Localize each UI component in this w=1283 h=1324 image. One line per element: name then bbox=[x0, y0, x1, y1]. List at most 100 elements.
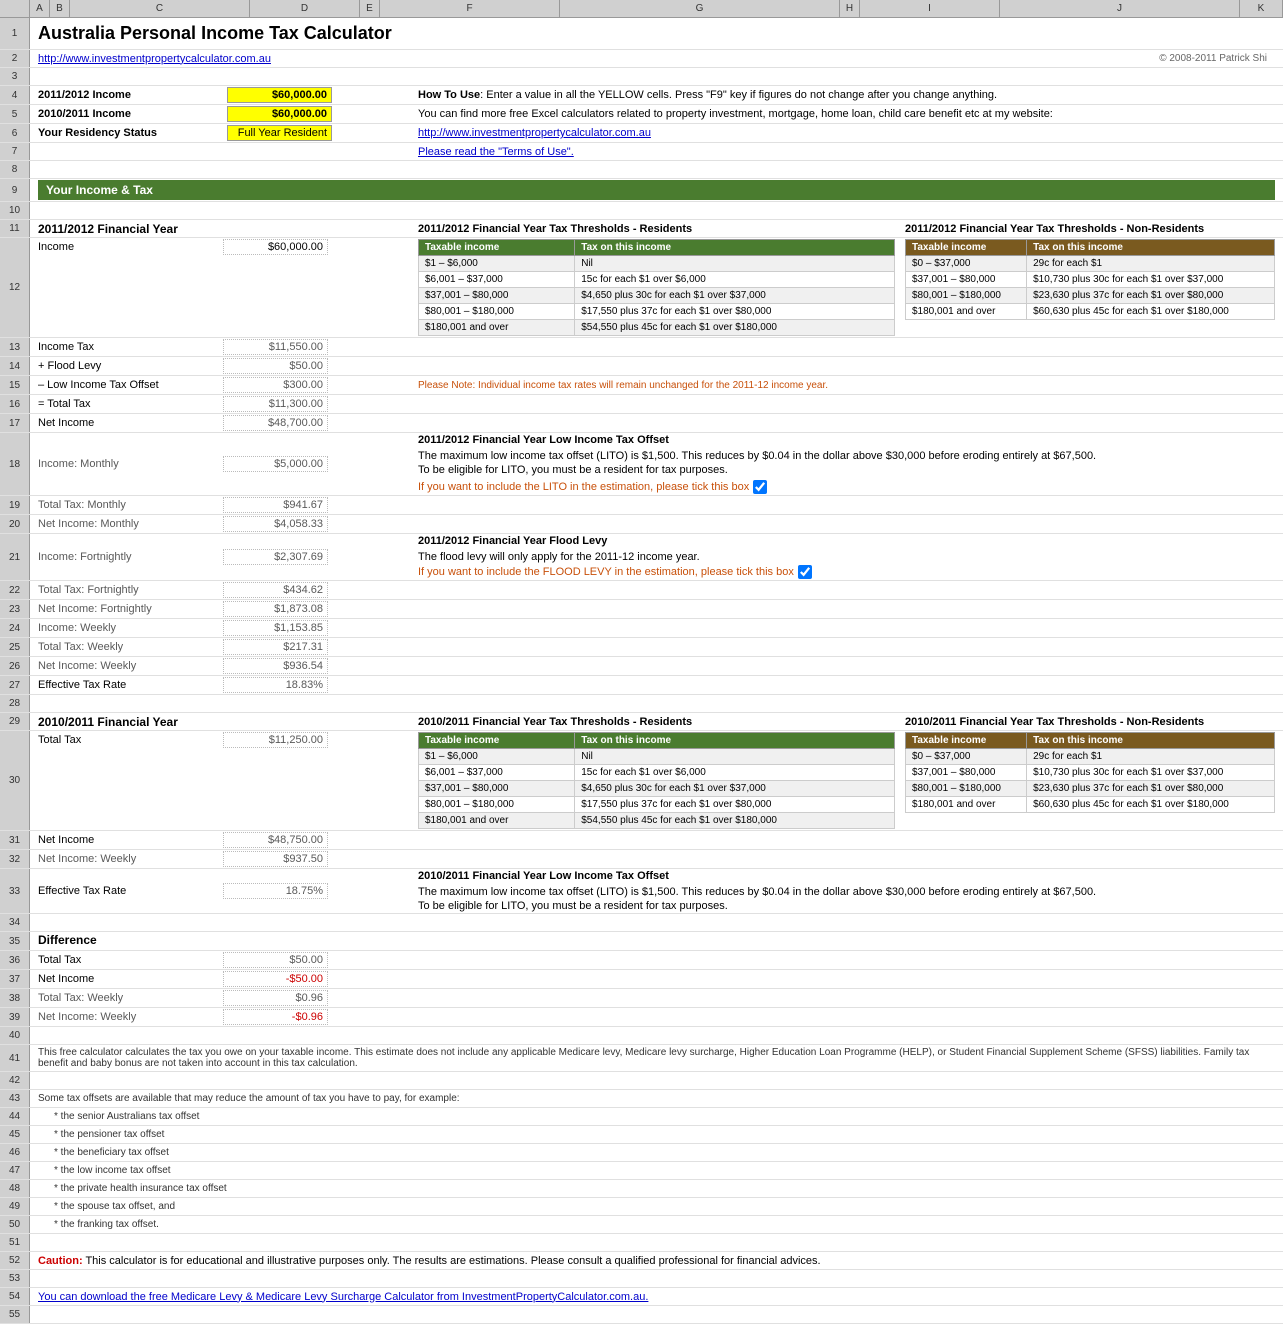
row-20: 20 Net Income: Monthly $4,058.33 bbox=[0, 515, 1283, 534]
lito-2010-text1: The maximum low income tax offset (LITO)… bbox=[418, 886, 1275, 898]
flood-levy-label: + Flood Levy bbox=[38, 360, 223, 372]
row-24: 24 Income: Weekly $1,153.85 bbox=[0, 619, 1283, 638]
terms-link[interactable]: Please read the "Terms of Use". bbox=[418, 146, 574, 158]
row-39: 39 Net Income: Weekly -$0.96 bbox=[0, 1008, 1283, 1027]
total-tax-weekly-label: Total Tax: Weekly bbox=[38, 641, 223, 653]
row-41: 41 This free calculator calculates the t… bbox=[0, 1045, 1283, 1072]
row-32: 32 Net Income: Weekly $937.50 bbox=[0, 850, 1283, 869]
cell: $60,630 plus 45c for each $1 over $180,0… bbox=[1027, 304, 1275, 320]
col-a: A bbox=[30, 0, 50, 17]
website-link2[interactable]: http://www.investmentpropertycalculator.… bbox=[418, 127, 651, 139]
threshold-2011-res-title: 2011/2012 Financial Year Tax Thresholds … bbox=[418, 223, 692, 235]
cell: 29c for each $1 bbox=[1027, 256, 1275, 272]
total-tax-monthly-label: Total Tax: Monthly bbox=[38, 499, 223, 511]
copyright-text: © 2008-2011 Patrick Shi bbox=[271, 53, 1275, 64]
col-e: E bbox=[360, 0, 380, 17]
row-45: 45 * the pensioner tax offset bbox=[0, 1126, 1283, 1144]
net-income-fortnightly-label: Net Income: Fortnightly bbox=[38, 603, 223, 615]
disclaimer2: Some tax offsets are available that may … bbox=[38, 1093, 460, 1104]
diff-total-tax-weekly-value: $0.96 bbox=[223, 990, 328, 1006]
cell: Nil bbox=[575, 256, 895, 272]
cell: $80,001 – $180,000 bbox=[906, 288, 1027, 304]
offset-1: * the senior Australians tax offset bbox=[54, 1111, 199, 1122]
offset-2: * the pensioner tax offset bbox=[54, 1129, 164, 1140]
flood-2011-title: 2011/2012 Financial Year Flood Levy bbox=[418, 535, 607, 547]
lito-2011-text2: To be eligible for LITO, you must be a r… bbox=[418, 464, 1275, 476]
diff-net-income-weekly-label: Net Income: Weekly bbox=[38, 1011, 223, 1023]
howto-bold: How To Use bbox=[418, 89, 480, 101]
diff-total-tax-value: $50.00 bbox=[223, 952, 328, 968]
row-18: 18 Income: Monthly $5,000.00 2011/2012 F… bbox=[0, 433, 1283, 496]
lito-2011-title: 2011/2012 Financial Year Low Income Tax … bbox=[418, 434, 669, 446]
residency-input[interactable]: Full Year Resident bbox=[227, 125, 332, 141]
income-tax-value: $11,550.00 bbox=[223, 339, 328, 355]
row-22: 22 Total Tax: Fortnightly $434.62 bbox=[0, 581, 1283, 600]
cell: $23,630 plus 37c for each $1 over $80,00… bbox=[1027, 288, 1275, 304]
cell: 15c for each $1 over $6,000 bbox=[575, 272, 895, 288]
income-tax-label: Income Tax bbox=[38, 341, 223, 353]
col-d: D bbox=[250, 0, 360, 17]
th-taxable-income-2: Taxable income bbox=[419, 733, 575, 749]
diff-total-tax-label: Total Tax bbox=[38, 954, 223, 966]
threshold-2011-res-table: Taxable income Tax on this income $1 – $… bbox=[418, 239, 895, 336]
row-37: 37 Net Income -$50.00 bbox=[0, 970, 1283, 989]
table-row: $180,001 and over $60,630 plus 45c for e… bbox=[906, 797, 1275, 813]
col-b: B bbox=[50, 0, 70, 17]
row-21: 21 Income: Fortnightly $2,307.69 2011/20… bbox=[0, 534, 1283, 581]
net-income-2010-label: Net Income bbox=[38, 834, 223, 846]
row-44: 44 * the senior Australians tax offset bbox=[0, 1108, 1283, 1126]
income-2011-input[interactable]: $60,000.00 bbox=[227, 87, 332, 103]
threshold-2010-res-title: 2010/2011 Financial Year Tax Thresholds … bbox=[418, 716, 692, 728]
table-row: $37,001 – $80,000 $4,650 plus 30c for ea… bbox=[419, 288, 895, 304]
lito-checkbox[interactable] bbox=[753, 480, 767, 494]
cell: $180,001 and over bbox=[906, 304, 1027, 320]
row-11: 11 2011/2012 Financial Year 2011/2012 Fi… bbox=[0, 220, 1283, 238]
row-36: 36 Total Tax $50.00 bbox=[0, 951, 1283, 970]
lito-label: – Low Income Tax Offset bbox=[38, 379, 223, 391]
row-53: 53 bbox=[0, 1270, 1283, 1288]
website-link[interactable]: http://www.investmentpropertycalculator.… bbox=[38, 53, 271, 65]
income-2010-input[interactable]: $60,000.00 bbox=[227, 106, 332, 122]
diff-net-income-weekly-value: -$0.96 bbox=[223, 1009, 328, 1025]
caution-body: This calculator is for educational and i… bbox=[83, 1255, 821, 1267]
threshold-2011-nonres-title: 2011/2012 Financial Year Tax Thresholds … bbox=[905, 223, 1204, 235]
download-link[interactable]: You can download the free Medicare Levy … bbox=[38, 1291, 648, 1303]
total-tax-2010-value: $11,250.00 bbox=[223, 732, 328, 748]
row-52: 52 Caution: This calculator is for educa… bbox=[0, 1252, 1283, 1270]
row-31: 31 Net Income $48,750.00 bbox=[0, 831, 1283, 850]
income-tax-header: Your Income & Tax bbox=[38, 180, 1275, 200]
row-33: 33 Effective Tax Rate 18.75% 2010/2011 F… bbox=[0, 869, 1283, 914]
row-43: 43 Some tax offsets are available that m… bbox=[0, 1090, 1283, 1108]
row-49: 49 * the spouse tax offset, and bbox=[0, 1198, 1283, 1216]
offset-3: * the beneficiary tax offset bbox=[54, 1147, 169, 1158]
flood-checkbox[interactable] bbox=[798, 565, 812, 579]
th-tax-on-income-2: Tax on this income bbox=[575, 733, 895, 749]
cell: $0 – $37,000 bbox=[906, 256, 1027, 272]
cell: $17,550 plus 37c for each $1 over $80,00… bbox=[575, 304, 895, 320]
threshold-2010-nonres-table: Taxable income Tax on this income $0 – $… bbox=[905, 732, 1275, 813]
row-23: 23 Net Income: Fortnightly $1,873.08 bbox=[0, 600, 1283, 619]
table-row: $37,001 – $80,000 $4,650 plus 30c for ea… bbox=[419, 781, 895, 797]
row-48: 48 * the private health insurance tax of… bbox=[0, 1180, 1283, 1198]
row-47: 47 * the low income tax offset bbox=[0, 1162, 1283, 1180]
row-55: 55 bbox=[0, 1306, 1283, 1324]
flood-levy-value: $50.00 bbox=[223, 358, 328, 374]
cell: $1 – $6,000 bbox=[419, 256, 575, 272]
net-income-weekly-2010-value: $937.50 bbox=[223, 851, 328, 867]
table-row: $180,001 and over $54,550 plus 45c for e… bbox=[419, 320, 895, 336]
row-3: 3 bbox=[0, 68, 1283, 86]
row-16: 16 = Total Tax $11,300.00 bbox=[0, 395, 1283, 414]
th-taxable-nonres-2: Taxable income bbox=[906, 733, 1027, 749]
flood-checkbox-text: If you want to include the FLOOD LEVY in… bbox=[418, 566, 794, 578]
col-g: G bbox=[560, 0, 840, 17]
row-14: 14 + Flood Levy $50.00 bbox=[0, 357, 1283, 376]
net-income-weekly-2010-label: Net Income: Weekly bbox=[38, 853, 223, 865]
row-15: 15 – Low Income Tax Offset $300.00 Pleas… bbox=[0, 376, 1283, 395]
effective-tax-rate-2010-label: Effective Tax Rate bbox=[38, 885, 223, 897]
net-income-fortnightly-value: $1,873.08 bbox=[223, 601, 328, 617]
income-weekly-value: $1,153.85 bbox=[223, 620, 328, 636]
row-13: 13 Income Tax $11,550.00 bbox=[0, 338, 1283, 357]
effective-tax-rate-value: 18.83% bbox=[223, 677, 328, 693]
th-tax-on-income-1: Tax on this income bbox=[575, 240, 895, 256]
effective-tax-rate-label: Effective Tax Rate bbox=[38, 679, 223, 691]
